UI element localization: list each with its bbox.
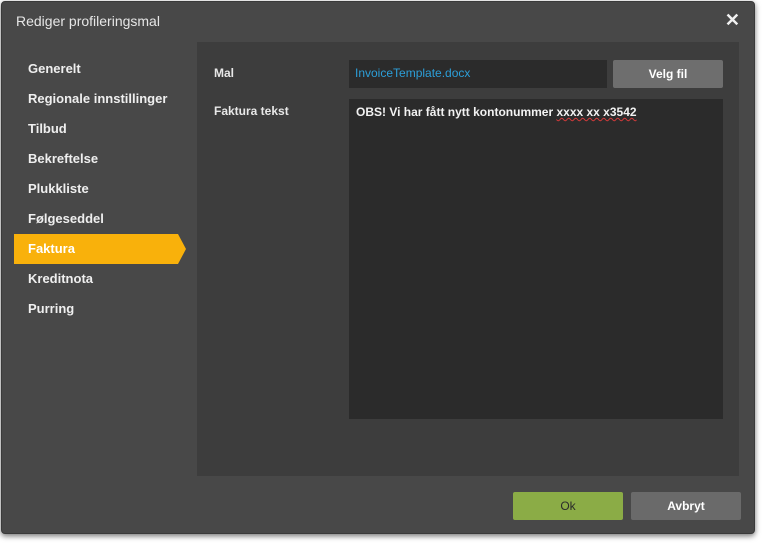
sidebar-item-generelt[interactable]: Generelt bbox=[14, 54, 184, 84]
sidebar-item-tilbud[interactable]: Tilbud bbox=[14, 114, 184, 144]
sidebar-item-bekreftelse[interactable]: Bekreftelse bbox=[14, 144, 184, 174]
content-panel: Mal InvoiceTemplate.docx Velg fil Faktur… bbox=[197, 42, 739, 476]
sidebar-item-kreditnota[interactable]: Kreditnota bbox=[14, 264, 184, 294]
ok-button[interactable]: Ok bbox=[513, 492, 623, 520]
template-file-field[interactable]: InvoiceTemplate.docx bbox=[349, 60, 607, 88]
dialog-title: Rediger profileringsmal bbox=[16, 13, 160, 29]
invoice-text-misspelled: xxxx xx x3542 bbox=[556, 105, 637, 119]
sidebar-item-regionale-innstillinger[interactable]: Regionale innstillinger bbox=[14, 84, 184, 114]
sidebar-item-purring[interactable]: Purring bbox=[14, 294, 184, 324]
cancel-button[interactable]: Avbryt bbox=[631, 492, 741, 520]
choose-file-button[interactable]: Velg fil bbox=[613, 60, 723, 88]
sidebar-item-faktura[interactable]: Faktura bbox=[14, 234, 186, 264]
invoice-text-label: Faktura tekst bbox=[214, 104, 289, 118]
close-icon[interactable]: ✕ bbox=[725, 9, 740, 31]
sidebar-item-plukkliste[interactable]: Plukkliste bbox=[14, 174, 184, 204]
invoice-text-area[interactable]: OBS! Vi har fått nytt kontonummer xxxx x… bbox=[349, 99, 723, 419]
sidebar-nav: Generelt Regionale innstillinger Tilbud … bbox=[14, 54, 186, 324]
invoice-text-content: OBS! Vi har fått nytt kontonummer bbox=[356, 105, 557, 119]
edit-profiling-template-dialog: Rediger profileringsmal ✕ Generelt Regio… bbox=[1, 1, 755, 534]
sidebar-item-folgeseddel[interactable]: Følgeseddel bbox=[14, 204, 184, 234]
template-label: Mal bbox=[214, 66, 235, 80]
